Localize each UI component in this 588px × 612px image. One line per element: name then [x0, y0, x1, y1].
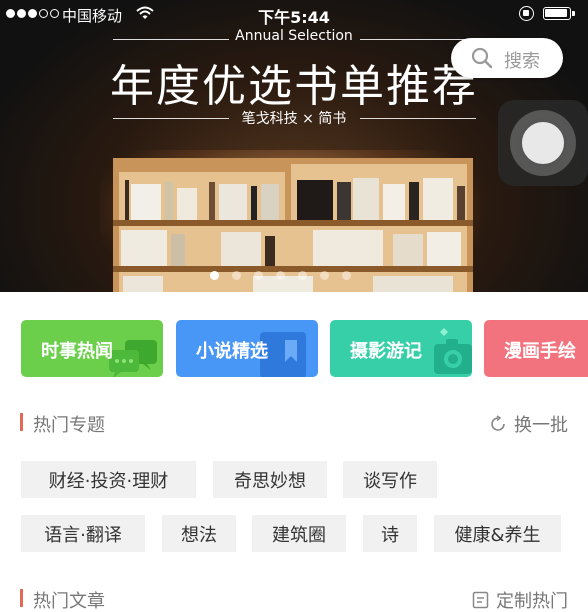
carousel-dot[interactable] — [254, 271, 263, 280]
category-novel-button[interactable]: 小说精选 — [176, 320, 318, 377]
category-label: 摄影游记 — [350, 341, 422, 362]
customize-label: 定制热门 — [496, 591, 568, 612]
rotation-lock-icon — [519, 6, 534, 21]
category-comic-button[interactable]: 漫画手绘 — [484, 320, 588, 377]
topic-tag[interactable]: 语言·翻译 — [21, 515, 145, 552]
hot-topics-header: 热门专题 换一批 — [20, 411, 568, 437]
topic-tag[interactable]: 财经·投资·理财 — [21, 461, 196, 498]
camera-icon — [434, 328, 472, 374]
category-scroller[interactable]: 时事热闻 小说精选 摄影游记 漫画手绘 — [21, 320, 588, 377]
topic-tag[interactable]: 建筑圈 — [252, 515, 346, 552]
status-time: 下午5:44 — [258, 8, 330, 27]
chat-bubbles-icon — [109, 340, 157, 377]
category-label: 时事热闻 — [41, 341, 113, 362]
customize-icon — [472, 591, 489, 609]
search-button[interactable]: 搜索 — [451, 38, 563, 78]
carousel-dot[interactable] — [320, 271, 329, 280]
assistive-dot — [519, 119, 567, 167]
category-photo-button[interactable]: 摄影游记 — [330, 320, 472, 377]
carousel-dot[interactable] — [210, 271, 219, 280]
assistive-touch-button[interactable] — [498, 100, 588, 186]
section-title: 热门专题 — [33, 415, 105, 436]
assistive-ring — [510, 110, 576, 176]
category-news-button[interactable]: 时事热闻 — [21, 320, 163, 377]
search-icon — [471, 47, 493, 69]
carousel-dot[interactable] — [298, 271, 307, 280]
refresh-icon — [491, 415, 505, 431]
carousel-dot[interactable] — [232, 271, 241, 280]
topic-tag[interactable]: 诗 — [363, 515, 417, 552]
section-title: 热门文章 — [33, 591, 105, 612]
customize-hot-button[interactable]: 定制热门 — [472, 587, 568, 612]
banner-carousel[interactable]: Annual Selection 年度优选书单推荐 笔戈科技 × 简书 中国移动… — [0, 0, 588, 292]
carousel-dot[interactable] — [276, 271, 285, 280]
category-label: 小说精选 — [196, 341, 268, 362]
carousel-indicator — [210, 271, 351, 280]
topic-tag[interactable]: 健康&养生 — [434, 515, 561, 552]
hot-articles-header: 热门文章 定制热门 — [20, 587, 568, 612]
carousel-dot[interactable] — [342, 271, 351, 280]
refresh-topics-button[interactable]: 换一批 — [489, 411, 568, 437]
topic-tag[interactable]: 奇思妙想 — [213, 461, 327, 498]
search-label: 搜索 — [504, 51, 540, 72]
battery-icon — [543, 7, 575, 20]
section-accent-bar — [20, 413, 23, 431]
topic-tag[interactable]: 谈写作 — [343, 461, 437, 498]
topic-tag[interactable]: 想法 — [162, 515, 236, 552]
category-label: 漫画手绘 — [504, 341, 576, 362]
refresh-label: 换一批 — [514, 415, 568, 436]
section-accent-bar — [20, 589, 23, 607]
status-bar: 中国移动 下午5:44 — [0, 0, 588, 28]
